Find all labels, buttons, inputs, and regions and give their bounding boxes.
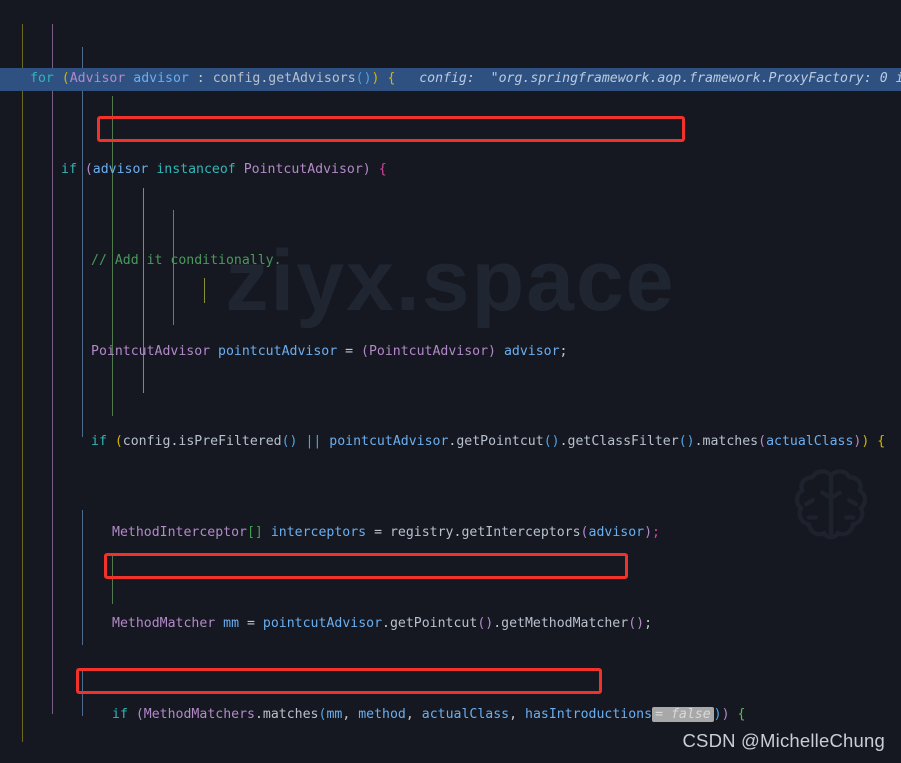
code-line[interactable]: for (Advisor advisor : config.getAdvisor… [0, 68, 901, 91]
code-line[interactable]: MethodInterceptor[] interceptors = regis… [0, 522, 901, 545]
code-line[interactable]: if (MethodMatchers.matches(mm, method, a… [0, 704, 901, 727]
code-line[interactable]: // Add it conditionally. [0, 250, 901, 273]
code-line[interactable]: if (config.isPreFiltered() || pointcutAd… [0, 431, 901, 454]
inline-debug-value-badge: = false [652, 706, 714, 722]
code-line[interactable]: if (advisor instanceof PointcutAdvisor) … [0, 159, 901, 182]
code-content[interactable]: for (Advisor advisor : config.getAdvisor… [0, 0, 901, 763]
code-editor[interactable]: ziyx.space for (Advisor advisor : config… [0, 0, 901, 763]
csdn-credit-watermark: CSDN @MichelleChung [682, 730, 885, 752]
code-line[interactable]: MethodMatcher mm = pointcutAdvisor.getPo… [0, 613, 901, 636]
code-line[interactable]: PointcutAdvisor pointcutAdvisor = (Point… [0, 341, 901, 364]
inline-debug-hint-first-line: config: "org.springframework.aop.framewo… [419, 71, 901, 87]
